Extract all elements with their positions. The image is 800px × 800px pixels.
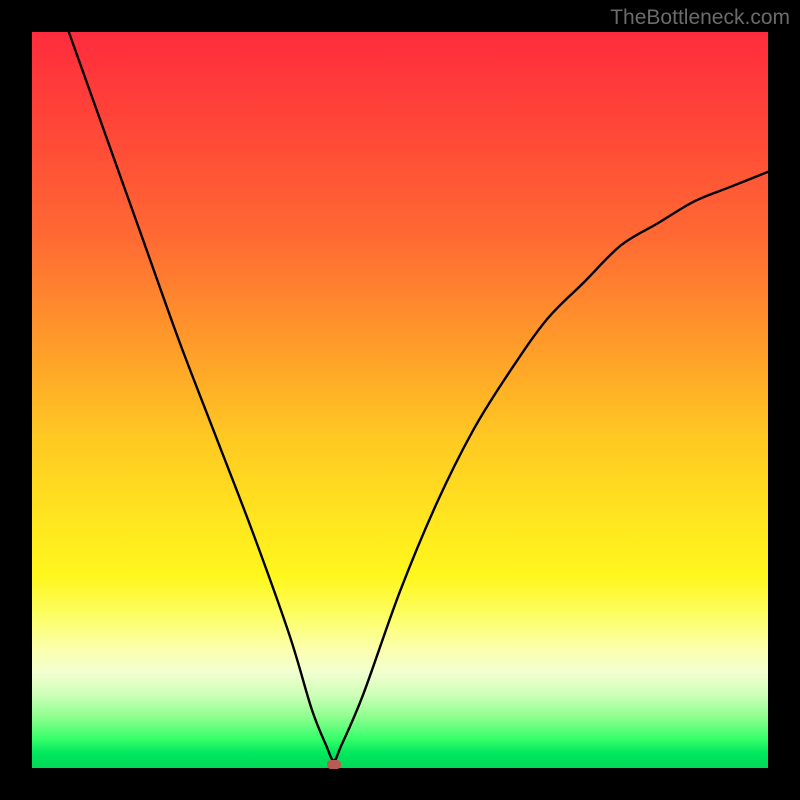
- bottleneck-curve: [32, 32, 768, 768]
- plot-area: [32, 32, 768, 768]
- watermark-text: TheBottleneck.com: [610, 6, 790, 30]
- optimal-point-marker: [327, 760, 341, 769]
- curve-path: [69, 32, 768, 761]
- chart-frame: TheBottleneck.com: [0, 0, 800, 800]
